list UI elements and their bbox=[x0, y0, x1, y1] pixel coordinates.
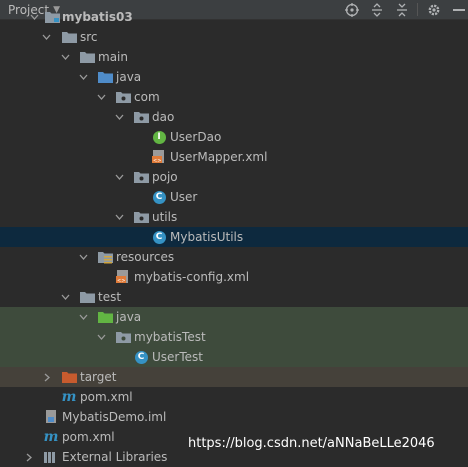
tree-item-root[interactable]: mybatis03 bbox=[0, 7, 468, 27]
tree-item-mybatis-config[interactable]: <> mybatis-config.xml bbox=[0, 267, 468, 287]
folder-icon bbox=[79, 290, 95, 304]
svg-text:<>: <> bbox=[153, 158, 161, 164]
svg-text:<>: <> bbox=[117, 278, 125, 284]
chevron-down-icon[interactable] bbox=[77, 71, 89, 83]
class-icon: C bbox=[151, 230, 167, 244]
test-class-icon: C bbox=[133, 350, 149, 364]
tree-label: User bbox=[170, 190, 198, 204]
chevron-down-icon[interactable] bbox=[77, 251, 89, 263]
module-folder-icon bbox=[44, 10, 60, 24]
package-icon bbox=[115, 330, 131, 344]
tree-label: mybatis-config.xml bbox=[134, 270, 250, 284]
tree-item-dao[interactable]: dao bbox=[0, 107, 468, 127]
tree-label: pom.xml bbox=[62, 430, 115, 444]
xml-file-icon: <> bbox=[151, 150, 167, 164]
tree-item-userdao[interactable]: I UserDao bbox=[0, 127, 468, 147]
tree-item-main[interactable]: main bbox=[0, 47, 468, 67]
tree-label: MybatisDemo.iml bbox=[62, 410, 167, 424]
tree-item-resources[interactable]: resources bbox=[0, 247, 468, 267]
tree-label: UserTest bbox=[152, 350, 203, 364]
tree-item-pom-inner[interactable]: m pom.xml bbox=[0, 387, 468, 407]
tree-item-test[interactable]: test bbox=[0, 287, 468, 307]
tree-label: java bbox=[116, 310, 142, 324]
project-tree: mybatis03 src main java com dao I UserDa… bbox=[0, 10, 468, 467]
tree-label: com bbox=[134, 90, 160, 104]
tree-item-usertest[interactable]: C UserTest bbox=[0, 347, 468, 367]
tree-item-demo-iml[interactable]: MybatisDemo.iml bbox=[0, 407, 468, 427]
chevron-right-icon[interactable] bbox=[23, 451, 35, 463]
tree-label: test bbox=[98, 290, 122, 304]
tree-label: java bbox=[116, 70, 142, 84]
tree-item-mybatisutils[interactable]: C MybatisUtils bbox=[0, 227, 468, 247]
tree-label: src bbox=[80, 30, 98, 44]
tree-item-usermapper[interactable]: <> UserMapper.xml bbox=[0, 147, 468, 167]
source-folder-icon bbox=[97, 70, 113, 84]
library-icon bbox=[43, 450, 59, 464]
chevron-down-icon[interactable] bbox=[28, 11, 40, 23]
maven-icon: m bbox=[43, 429, 59, 445]
folder-icon bbox=[79, 50, 95, 64]
chevron-down-icon[interactable] bbox=[95, 91, 107, 103]
tree-label: target bbox=[80, 370, 117, 384]
package-icon bbox=[115, 90, 131, 104]
test-source-folder-icon bbox=[97, 310, 113, 324]
tree-label: main bbox=[98, 50, 128, 64]
maven-icon: m bbox=[61, 389, 77, 405]
chevron-right-icon[interactable] bbox=[41, 371, 53, 383]
tree-label: MybatisUtils bbox=[170, 230, 244, 244]
tree-label: pojo bbox=[152, 170, 178, 184]
tree-item-mybatistest[interactable]: mybatisTest bbox=[0, 327, 468, 347]
chevron-down-icon[interactable] bbox=[95, 331, 107, 343]
interface-icon: I bbox=[151, 130, 167, 144]
tree-item-com[interactable]: com bbox=[0, 87, 468, 107]
tree-label: dao bbox=[152, 110, 175, 124]
tree-item-main-java[interactable]: java bbox=[0, 67, 468, 87]
tree-item-utils[interactable]: utils bbox=[0, 207, 468, 227]
chevron-down-icon[interactable] bbox=[40, 31, 52, 43]
tree-label: mybatis03 bbox=[62, 10, 133, 24]
iml-file-icon bbox=[43, 410, 59, 424]
watermark: https://blog.csdn.net/aNNaBeLLe2046 bbox=[188, 436, 435, 451]
tree-item-target[interactable]: target bbox=[0, 367, 468, 387]
folder-icon bbox=[61, 30, 77, 44]
xml-file-icon: <> bbox=[115, 270, 131, 284]
resources-folder-icon bbox=[97, 250, 113, 264]
tree-label: utils bbox=[152, 210, 178, 224]
package-icon bbox=[133, 110, 149, 124]
class-icon: C bbox=[151, 190, 167, 204]
tree-item-test-java[interactable]: java bbox=[0, 307, 468, 327]
tree-label: pom.xml bbox=[80, 390, 133, 404]
chevron-down-icon[interactable] bbox=[59, 51, 71, 63]
tree-label: mybatisTest bbox=[134, 330, 206, 344]
chevron-down-icon[interactable] bbox=[113, 211, 125, 223]
tree-label: UserDao bbox=[170, 130, 222, 144]
package-icon bbox=[133, 170, 149, 184]
chevron-down-icon[interactable] bbox=[113, 111, 125, 123]
chevron-down-icon[interactable] bbox=[113, 171, 125, 183]
tree-label: resources bbox=[116, 250, 175, 264]
tree-item-user[interactable]: C User bbox=[0, 187, 468, 207]
tree-label: UserMapper.xml bbox=[170, 150, 268, 164]
excluded-folder-icon bbox=[61, 370, 77, 384]
tree-item-src[interactable]: src bbox=[0, 27, 468, 47]
chevron-down-icon[interactable] bbox=[77, 311, 89, 323]
chevron-down-icon[interactable] bbox=[59, 291, 71, 303]
tree-item-pojo[interactable]: pojo bbox=[0, 167, 468, 187]
package-icon bbox=[133, 210, 149, 224]
